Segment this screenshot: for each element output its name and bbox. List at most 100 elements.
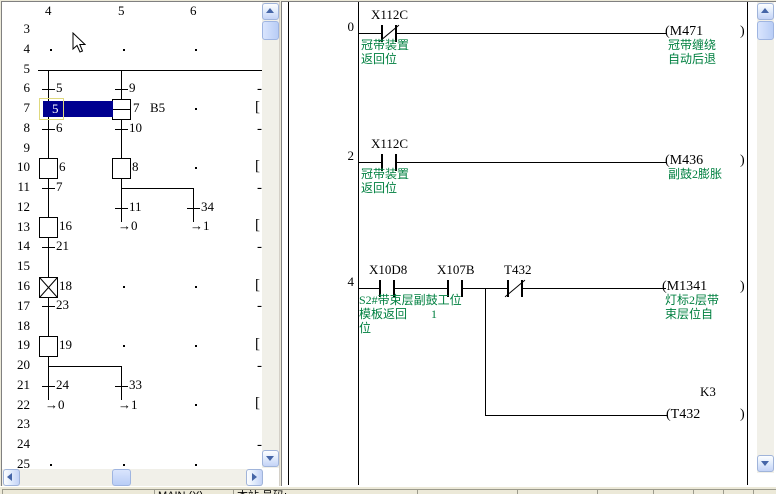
- sfc-jump[interactable]: →1: [190, 219, 210, 232]
- sfc-transition-label: 7: [56, 180, 63, 194]
- sfc-panel[interactable]: [1, 1, 280, 487]
- wire: [397, 33, 666, 34]
- sfc-vertical-scrollbar[interactable]: [262, 2, 279, 468]
- device-comment: 位: [359, 322, 371, 335]
- sfc-transition[interactable]: [42, 129, 55, 130]
- step-midline: [113, 109, 130, 110]
- contact-label: T432: [504, 263, 531, 277]
- wire: [358, 288, 379, 289]
- sfc-row-number: 19: [6, 338, 30, 352]
- sfc-row-number: 12: [6, 200, 30, 214]
- sfc-row-number: 16: [6, 279, 30, 293]
- sfc-row-number: 4: [6, 42, 30, 56]
- scroll-down-button[interactable]: [262, 450, 279, 467]
- grid-dot: [123, 464, 125, 466]
- sfc-row-number: 15: [6, 259, 30, 273]
- sfc-wire: [38, 70, 263, 71]
- sfc-step-box-crossed[interactable]: [39, 277, 58, 298]
- sfc-col-header: 5: [118, 4, 125, 18]
- sfc-row-number: 5: [6, 62, 30, 76]
- scroll-up-button[interactable]: [262, 3, 279, 20]
- jump-target: 1: [131, 397, 138, 412]
- sfc-row-number: 18: [6, 319, 30, 333]
- jump-arrow-icon: →: [118, 397, 131, 412]
- sfc-transition[interactable]: [42, 89, 55, 90]
- device-comment: 灯标2层带: [665, 294, 719, 307]
- sfc-step-box[interactable]: [39, 336, 58, 357]
- device-comment: 模板返回 1: [359, 308, 437, 321]
- wire: [358, 162, 381, 163]
- sfc-transition-label: 10: [129, 121, 142, 135]
- sfc-transition-label: 33: [129, 378, 142, 392]
- coil-m436[interactable]: (M436: [665, 153, 703, 168]
- scroll-up-button[interactable]: [757, 3, 774, 20]
- ladder-right-bus: [747, 2, 748, 485]
- coil-paren-close: ): [740, 153, 745, 168]
- coil-t432[interactable]: (T432: [666, 407, 700, 422]
- sfc-transition-label: 21: [56, 239, 69, 253]
- sfc-jump[interactable]: →1: [118, 398, 138, 411]
- sfc-wire: [48, 366, 121, 367]
- scroll-up-icon: [266, 8, 274, 13]
- sfc-row-number: 21: [6, 378, 30, 392]
- scrollbar-thumb[interactable]: [112, 469, 131, 486]
- device-comment: S2#带束层副鼓工位: [359, 294, 462, 307]
- ladder-vertical-scrollbar[interactable]: [757, 2, 774, 473]
- sfc-transition[interactable]: [115, 208, 128, 209]
- branch-wire: [485, 288, 486, 415]
- sfc-step-box[interactable]: [39, 158, 58, 179]
- clipped-step: [: [255, 218, 260, 233]
- coil-paren-close: ): [740, 407, 745, 422]
- grid-dot: [195, 49, 197, 51]
- status-segment: [723, 489, 754, 494]
- clipped-step: [: [255, 278, 260, 293]
- device-comment: 冠带缠绕: [668, 39, 716, 52]
- sfc-transition-label: 11: [129, 200, 142, 214]
- scroll-down-button[interactable]: [757, 455, 774, 472]
- scroll-right-button[interactable]: [246, 469, 263, 486]
- contact-label: X112C: [371, 8, 408, 22]
- sfc-row-number: 8: [6, 121, 30, 135]
- sfc-transition[interactable]: [42, 386, 55, 387]
- coil-label: M471: [670, 24, 703, 39]
- ladder-frame-line: [288, 2, 289, 485]
- sfc-step-box[interactable]: [39, 217, 58, 238]
- sfc-transition-label: 34: [201, 200, 214, 214]
- sfc-jump[interactable]: →0: [45, 398, 65, 411]
- sfc-row-number: 7: [6, 101, 30, 115]
- timer-k-value: K3: [700, 385, 716, 399]
- sfc-transition-label: 23: [56, 298, 69, 312]
- wire: [397, 162, 666, 163]
- coil-label: T432: [671, 407, 701, 422]
- sfc-row-number: 6: [6, 81, 30, 95]
- sfc-row-number: 17: [6, 299, 30, 313]
- sfc-transition[interactable]: [42, 306, 55, 307]
- contact-label: X107B: [437, 263, 475, 277]
- jump-target: 1: [203, 218, 210, 233]
- scroll-down-icon: [266, 456, 274, 461]
- coil-m1341[interactable]: (M1341: [662, 279, 707, 294]
- sfc-step-box-7[interactable]: [112, 99, 131, 120]
- sfc-step-box[interactable]: [112, 158, 131, 179]
- sfc-jump[interactable]: →0: [118, 219, 138, 232]
- sfc-row-number: 13: [6, 220, 30, 234]
- sfc-wire: [121, 70, 122, 222]
- sfc-transition[interactable]: [42, 247, 55, 248]
- sfc-wire: [121, 366, 122, 400]
- coil-paren-close: ): [740, 24, 745, 39]
- coil-m471[interactable]: (M471: [665, 24, 703, 39]
- scrollbar-thumb[interactable]: [262, 21, 279, 40]
- status-segment: [517, 489, 598, 494]
- sfc-transition[interactable]: [187, 208, 200, 209]
- sfc-transition[interactable]: [115, 89, 128, 90]
- sfc-transition[interactable]: [115, 129, 128, 130]
- device-comment: 返回位: [361, 53, 397, 66]
- sfc-row-number: 9: [6, 141, 30, 155]
- sfc-transition[interactable]: [115, 386, 128, 387]
- scroll-left-button[interactable]: [3, 469, 20, 486]
- sfc-step-label: 6: [59, 160, 66, 174]
- sfc-transition-label: 5: [56, 81, 63, 95]
- sfc-transition[interactable]: [42, 188, 55, 189]
- scrollbar-thumb[interactable]: [757, 21, 774, 40]
- sfc-horizontal-scrollbar[interactable]: [2, 469, 262, 486]
